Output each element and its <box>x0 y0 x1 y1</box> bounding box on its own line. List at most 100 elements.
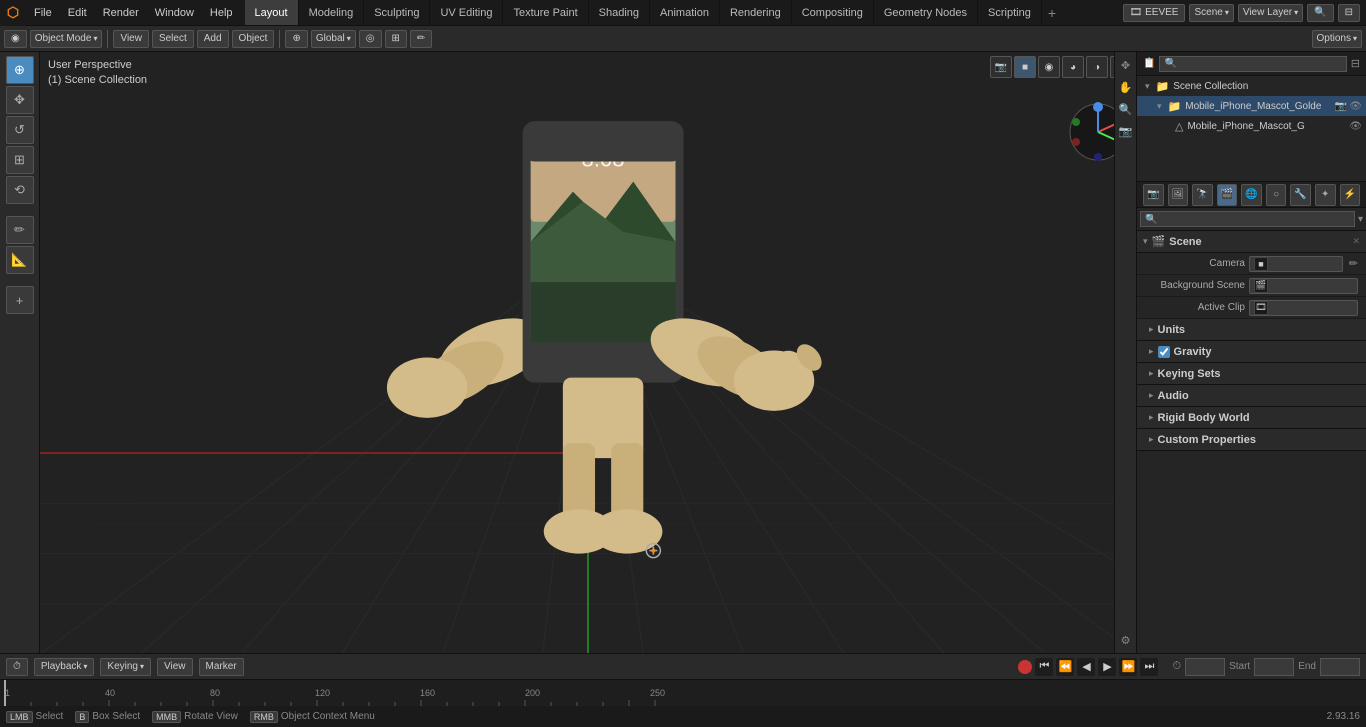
tab-uv-editing[interactable]: UV Editing <box>430 0 503 25</box>
tab-sculpting[interactable]: Sculpting <box>364 0 430 25</box>
timeline-ruler[interactable]: 1 40 80 120 160 200 250 <box>0 680 1366 706</box>
tab-shading[interactable]: Shading <box>589 0 650 25</box>
tab-scripting[interactable]: Scripting <box>978 0 1042 25</box>
tab-texture-paint[interactable]: Texture Paint <box>503 0 588 25</box>
options-btn[interactable]: Options▾ <box>1312 30 1362 48</box>
physics-props-icon[interactable]: ⚡ <box>1340 184 1361 206</box>
select-menu[interactable]: Select <box>152 30 194 48</box>
transform-select[interactable]: Global▾ <box>311 30 356 48</box>
transform-tool[interactable]: ⟲ <box>6 176 34 204</box>
camera-icon[interactable]: 📷 <box>1117 122 1135 140</box>
shading-solid-btn[interactable]: ■ <box>1014 56 1036 78</box>
proportional-edit[interactable]: ◎ <box>359 30 382 48</box>
scene-props-icon[interactable]: 🎬 <box>1217 184 1238 206</box>
audio-section[interactable]: ▸ Audio <box>1137 385 1366 407</box>
props-search-input[interactable] <box>1140 211 1355 227</box>
snap-toggle[interactable]: ⊞ <box>385 30 407 48</box>
menu-help[interactable]: Help <box>202 0 241 25</box>
play-reverse-btn[interactable]: ◀ <box>1077 658 1095 676</box>
camera-row[interactable]: Camera ■ ✏ <box>1137 253 1366 275</box>
engine-btn[interactable]: 🎞 EEVEE <box>1123 4 1186 22</box>
start-frame-input[interactable]: 1 <box>1254 658 1294 676</box>
visible-icon-1[interactable]: 👁 <box>1349 121 1362 132</box>
tab-rendering[interactable]: Rendering <box>720 0 792 25</box>
background-scene-row[interactable]: Background Scene 🎬 <box>1137 275 1366 297</box>
mode-select[interactable]: Object Mode▾ <box>30 30 103 48</box>
overlay-btn[interactable]: ◑ <box>1086 56 1108 78</box>
gravity-checkbox[interactable] <box>1158 346 1170 358</box>
shading-rendered-btn[interactable]: ◕ <box>1062 56 1084 78</box>
measure-tool[interactable]: 📐 <box>6 246 34 274</box>
annotate-tool[interactable]: ✏ <box>6 216 34 244</box>
tab-compositing[interactable]: Compositing <box>792 0 874 25</box>
jump-end-btn[interactable]: ⏭ <box>1140 658 1158 676</box>
outliner-search[interactable] <box>1159 56 1346 72</box>
world-props-icon[interactable]: 🌐 <box>1241 184 1262 206</box>
tab-modeling[interactable]: Modeling <box>299 0 365 25</box>
outliner-scene-collection[interactable]: ▾ 📁 Scene Collection <box>1137 76 1366 96</box>
view-layer-select[interactable]: View Layer▾ <box>1238 4 1303 22</box>
scene-section-header[interactable]: ▾ 🎬 Scene ✕ <box>1137 231 1366 253</box>
timeline-icon[interactable]: ⏱ <box>6 658 28 676</box>
menu-render[interactable]: Render <box>95 0 147 25</box>
object-menu[interactable]: Object <box>232 30 275 48</box>
tab-geometry-nodes[interactable]: Geometry Nodes <box>874 0 978 25</box>
viewport[interactable]: 8:08 <box>40 52 1136 653</box>
add-object-tool[interactable]: + <box>6 286 34 314</box>
outliner-item-1[interactable]: △ Mobile_iPhone_Mascot_G 👁 <box>1137 116 1366 136</box>
tab-layout[interactable]: Layout <box>245 0 299 25</box>
add-workspace-tab[interactable]: + <box>1042 5 1062 21</box>
keying-btn[interactable]: Keying▾ <box>100 658 151 676</box>
current-frame-input[interactable]: 1 <box>1185 658 1225 676</box>
add-menu[interactable]: Add <box>197 30 229 48</box>
playback-btn[interactable]: Playback▾ <box>34 658 95 676</box>
view-layer-props-icon[interactable]: 🔭 <box>1192 184 1213 206</box>
end-frame-input[interactable]: 250 <box>1320 658 1360 676</box>
prev-frame-btn[interactable]: ⏪ <box>1056 658 1074 676</box>
outliner-item-0[interactable]: ▾ 📁 Mobile_iPhone_Mascot_Golde 📷 👁 <box>1137 96 1366 116</box>
shading-material-btn[interactable]: ◉ <box>1038 56 1060 78</box>
rotate-tool[interactable]: ↺ <box>6 116 34 144</box>
play-btn[interactable]: ▶ <box>1098 658 1116 676</box>
menu-file[interactable]: File <box>26 0 60 25</box>
next-frame-btn[interactable]: ⏩ <box>1119 658 1137 676</box>
cursor-tool[interactable]: ⊕ <box>6 56 34 84</box>
jump-start-btn[interactable]: ⏮ <box>1035 658 1053 676</box>
camera-restrict-icon[interactable]: 📷 <box>1335 101 1347 112</box>
filter-btn[interactable]: ⊟ <box>1338 4 1360 22</box>
units-section[interactable]: ▸ Units <box>1137 319 1366 341</box>
camera-value[interactable]: ■ <box>1249 256 1343 272</box>
particles-props-icon[interactable]: ✦ <box>1315 184 1336 206</box>
zoom-icon[interactable]: 🔍 <box>1117 100 1135 118</box>
marker-btn[interactable]: Marker <box>199 658 244 676</box>
camera-view-btn[interactable]: 📷 <box>990 56 1012 78</box>
props-filter-icon[interactable]: ▾ <box>1358 214 1363 225</box>
move-tool[interactable]: ✥ <box>6 86 34 114</box>
filter-icon[interactable]: ⊟ <box>1351 57 1360 70</box>
background-scene-value[interactable]: 🎬 <box>1249 278 1358 294</box>
keying-sets-section[interactable]: ▸ Keying Sets <box>1137 363 1366 385</box>
active-clip-row[interactable]: Active Clip 🎞 <box>1137 297 1366 319</box>
modifier-props-icon[interactable]: 🔧 <box>1290 184 1311 206</box>
move-icon[interactable]: ✥ <box>1117 56 1135 74</box>
menu-window[interactable]: Window <box>147 0 202 25</box>
settings-icon[interactable]: ⚙ <box>1117 631 1135 649</box>
view-btn[interactable]: View <box>157 658 193 676</box>
snap-icon[interactable]: ⊕ <box>285 30 307 48</box>
record-btn[interactable] <box>1018 660 1032 674</box>
pan-icon[interactable]: ✋ <box>1117 78 1135 96</box>
mode-icon[interactable]: ◉ <box>4 30 27 48</box>
active-clip-value[interactable]: 🎞 <box>1249 300 1358 316</box>
search-btn[interactable]: 🔍 <box>1307 4 1333 22</box>
render-props-icon[interactable]: 📷 <box>1143 184 1164 206</box>
object-props-icon[interactable]: ○ <box>1266 184 1287 206</box>
tab-animation[interactable]: Animation <box>650 0 720 25</box>
annotate-btn[interactable]: ✏ <box>410 30 432 48</box>
scene-select[interactable]: Scene▾ <box>1189 4 1233 22</box>
camera-edit-icon[interactable]: ✏ <box>1349 257 1358 270</box>
custom-props-section[interactable]: ▸ Custom Properties <box>1137 429 1366 451</box>
menu-edit[interactable]: Edit <box>60 0 95 25</box>
scale-tool[interactable]: ⊞ <box>6 146 34 174</box>
visible-icon-0[interactable]: 👁 <box>1349 101 1362 112</box>
rigid-body-section[interactable]: ▸ Rigid Body World <box>1137 407 1366 429</box>
